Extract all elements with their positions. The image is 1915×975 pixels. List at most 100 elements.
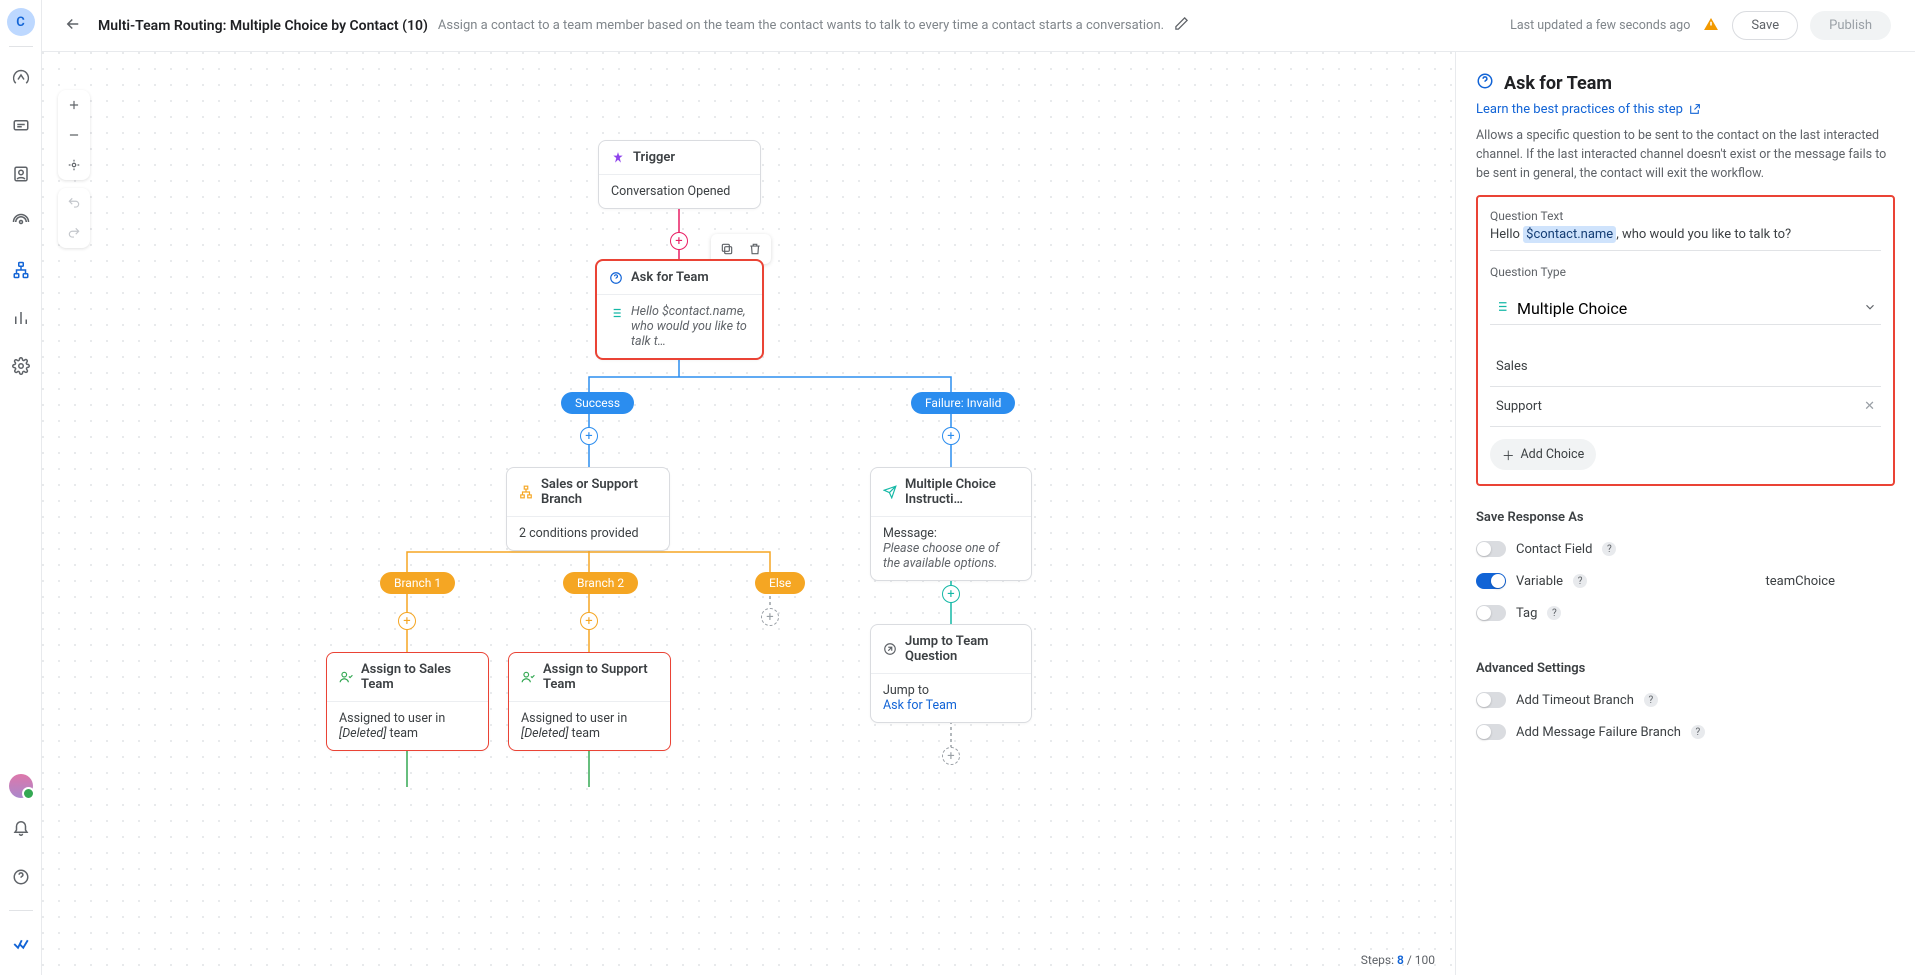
help-icon[interactable] <box>0 856 42 898</box>
failure-pill: Failure: Invalid <box>911 392 1015 414</box>
steps-counter: Steps: 8 / 100 <box>1361 953 1435 967</box>
branch2-pill: Branch 2 <box>563 572 638 594</box>
failure-toggle[interactable] <box>1476 724 1506 740</box>
add-step-button[interactable]: + <box>942 427 960 445</box>
workflows-icon[interactable] <box>0 249 42 291</box>
toggle-label: Add Message Failure Branch <box>1516 725 1681 740</box>
question-type-select[interactable]: Multiple Choice <box>1490 293 1881 325</box>
node-body: Conversation Opened <box>599 175 760 208</box>
workflow-description: Assign a contact to a team member based … <box>438 18 1164 33</box>
left-nav-rail: C <box>0 0 42 975</box>
user-avatar[interactable] <box>9 774 33 798</box>
toggle-label: Variable <box>1516 574 1563 589</box>
node-body-text: Hello $contact.name, who would you like … <box>631 304 750 349</box>
node-assign-support[interactable]: Assign to Support Team Assigned to user … <box>508 652 671 751</box>
add-choice-button[interactable]: ＋Add Choice <box>1490 439 1596 470</box>
trigger-icon <box>611 151 625 165</box>
workspace-avatar[interactable]: C <box>7 8 35 36</box>
redo-button[interactable] <box>58 218 90 248</box>
question-icon <box>1476 72 1494 94</box>
node-ask-for-team[interactable]: Ask for Team Hello $contact.name, who wo… <box>595 259 764 360</box>
add-step-button[interactable]: + <box>580 427 598 445</box>
broadcast-icon[interactable] <box>0 201 42 243</box>
help-icon[interactable]: ? <box>1691 725 1705 739</box>
else-pill: Else <box>755 572 805 594</box>
notifications-icon[interactable] <box>0 806 42 848</box>
toggle-label: Contact Field <box>1516 542 1592 557</box>
add-step-button[interactable]: + <box>942 585 960 603</box>
help-icon[interactable]: ? <box>1573 574 1587 588</box>
choice-row[interactable]: Support ✕ <box>1490 387 1881 427</box>
send-icon <box>883 485 897 499</box>
add-step-button[interactable]: + <box>398 612 416 630</box>
question-icon <box>609 271 623 285</box>
duplicate-icon[interactable] <box>715 237 739 261</box>
message-label: Message: <box>883 526 937 541</box>
node-title: Trigger <box>633 150 675 165</box>
question-config-box: Question Text Hello $contact.name, who w… <box>1476 195 1895 486</box>
choice-label: Support <box>1496 399 1542 414</box>
variable-chip[interactable]: $contact.name <box>1523 226 1616 243</box>
messages-icon[interactable] <box>0 105 42 147</box>
variable-value[interactable]: teamChoice <box>1765 574 1835 589</box>
variable-toggle[interactable] <box>1476 573 1506 589</box>
zoom-in-button[interactable] <box>58 90 90 120</box>
timeout-toggle[interactable] <box>1476 692 1506 708</box>
add-step-button[interactable]: + <box>670 232 688 250</box>
node-assign-sales[interactable]: Assign to Sales Team Assigned to user in… <box>326 652 489 751</box>
node-trigger[interactable]: Trigger Conversation Opened <box>598 140 761 209</box>
zoom-out-button[interactable] <box>58 120 90 150</box>
top-bar: Multi-Team Routing: Multiple Choice by C… <box>42 0 1915 52</box>
toggle-label: Tag <box>1516 606 1537 621</box>
remove-choice-icon[interactable]: ✕ <box>1864 399 1875 414</box>
node-title: Assign to Sales Team <box>361 662 476 692</box>
node-title: Multiple Choice Instructi… <box>905 477 1019 507</box>
question-type-label: Question Type <box>1490 265 1881 279</box>
panel-title: Ask for Team <box>1504 73 1612 94</box>
publish-button[interactable]: Publish <box>1810 11 1891 40</box>
help-icon[interactable]: ? <box>1602 542 1616 556</box>
add-step-button[interactable]: + <box>942 747 960 765</box>
help-icon[interactable]: ? <box>1547 606 1561 620</box>
tag-toggle[interactable] <box>1476 605 1506 621</box>
save-button[interactable]: Save <box>1732 11 1798 40</box>
warning-icon[interactable] <box>1702 15 1720 37</box>
delete-icon[interactable] <box>743 237 767 261</box>
contact-field-toggle[interactable] <box>1476 541 1506 557</box>
workflow-title: Multi-Team Routing: Multiple Choice by C… <box>98 18 428 34</box>
learn-link[interactable]: Learn the best practices of this step <box>1476 102 1701 117</box>
plus-icon: ＋ <box>1502 445 1515 464</box>
assign-icon <box>339 670 353 684</box>
node-instructions[interactable]: Multiple Choice Instructi… Message:Pleas… <box>870 467 1032 581</box>
jump-icon <box>883 642 897 656</box>
node-body: Jump toAsk for Team <box>871 674 1031 722</box>
edit-title-icon[interactable] <box>1174 16 1189 35</box>
undo-button[interactable] <box>58 188 90 218</box>
fit-view-button[interactable] <box>58 150 90 180</box>
reports-icon[interactable] <box>0 297 42 339</box>
node-branch[interactable]: Sales or Support Branch 2 conditions pro… <box>506 467 670 551</box>
add-step-button[interactable]: + <box>761 608 779 626</box>
node-body: Assigned to user in [Deleted] team <box>327 702 488 750</box>
node-title: Assign to Support Team <box>543 662 658 692</box>
node-title: Sales or Support Branch <box>541 477 657 507</box>
question-text-label: Question Text <box>1490 209 1881 223</box>
workflow-canvas[interactable]: Trigger Conversation Opened + Ask for Te… <box>42 52 1455 975</box>
list-icon <box>609 306 623 320</box>
contacts-icon[interactable] <box>0 153 42 195</box>
brand-logo <box>0 923 42 965</box>
add-step-button[interactable]: + <box>580 612 598 630</box>
panel-description: Allows a specific question to be sent to… <box>1476 127 1895 183</box>
settings-icon[interactable] <box>0 345 42 387</box>
jump-target-link[interactable]: Ask for Team <box>883 698 957 713</box>
choice-row[interactable]: Sales <box>1490 347 1881 387</box>
success-pill: Success <box>561 392 634 414</box>
back-button[interactable] <box>60 11 86 41</box>
node-title: Jump to Team Question <box>905 634 1019 664</box>
help-icon[interactable]: ? <box>1644 693 1658 707</box>
question-text-input[interactable]: Hello $contact.name, who would you like … <box>1490 227 1881 251</box>
step-config-panel: Ask for Team Learn the best practices of… <box>1455 52 1915 975</box>
dashboard-icon[interactable] <box>0 57 42 99</box>
node-jump[interactable]: Jump to Team Question Jump toAsk for Tea… <box>870 624 1032 723</box>
question-type-value: Multiple Choice <box>1517 299 1627 318</box>
